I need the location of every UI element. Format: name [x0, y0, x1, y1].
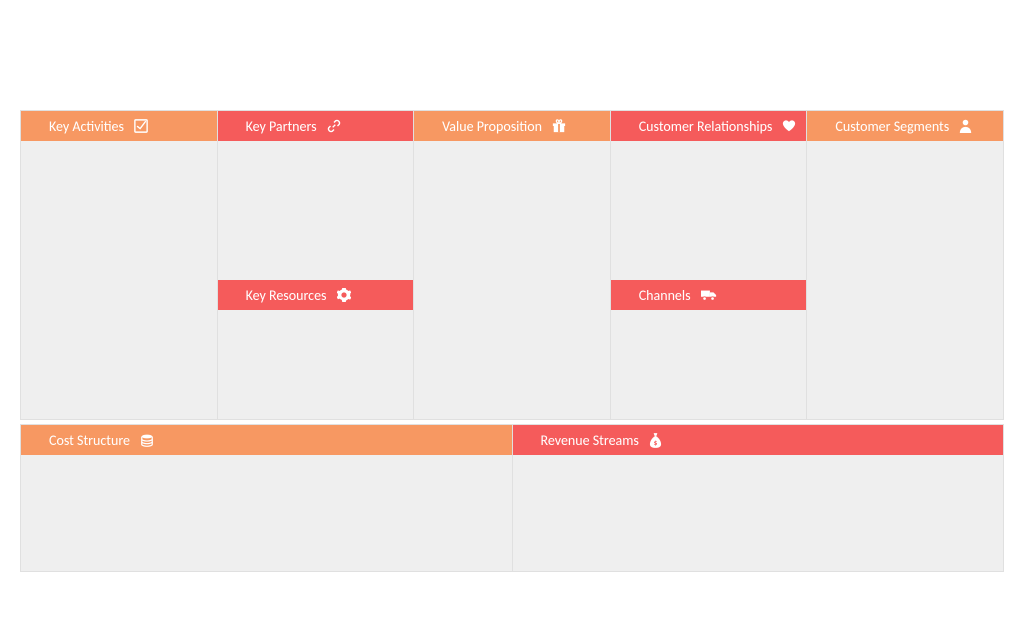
truck-icon [701, 288, 717, 302]
gear-icon [337, 288, 351, 302]
label-key-resources: Key Resources [246, 287, 327, 304]
svg-text:$: $ [654, 438, 658, 447]
body-cost-structure[interactable] [21, 455, 512, 571]
link-icon [327, 119, 341, 133]
block-key-partners-column: Key Partners Key Resources [218, 111, 415, 419]
canvas-bottom-row: Cost Structure Revenue Streams [20, 424, 1004, 572]
person-icon [959, 119, 972, 133]
canvas-top-row: Key Activities Key Partners [20, 110, 1004, 420]
header-value-proposition: Value Proposition [414, 111, 610, 141]
label-channels: Channels [639, 287, 691, 304]
block-key-activities[interactable]: Key Activities [21, 111, 218, 419]
checkbox-icon [134, 119, 148, 133]
label-key-partners: Key Partners [246, 118, 317, 135]
block-customer-relationships-column: Customer Relationships Channels [611, 111, 808, 419]
label-customer-segments: Customer Segments [835, 118, 949, 135]
block-value-proposition[interactable]: Value Proposition [414, 111, 611, 419]
body-key-activities[interactable] [21, 141, 217, 419]
block-revenue-streams[interactable]: Revenue Streams $ [513, 425, 1004, 571]
header-revenue-streams: Revenue Streams $ [513, 425, 1004, 455]
label-cost-structure: Cost Structure [49, 432, 130, 449]
header-key-resources: Key Resources [218, 280, 414, 310]
heart-icon [782, 119, 796, 133]
block-cost-structure[interactable]: Cost Structure [21, 425, 513, 571]
block-channels[interactable]: Channels [611, 280, 807, 419]
body-channels[interactable] [611, 310, 807, 419]
body-value-proposition[interactable] [414, 141, 610, 419]
label-key-activities: Key Activities [49, 118, 124, 135]
body-revenue-streams[interactable] [513, 455, 1004, 571]
coins-icon [140, 433, 154, 447]
body-customer-segments[interactable] [807, 141, 1003, 419]
header-customer-segments: Customer Segments [807, 111, 1003, 141]
moneybag-icon: $ [649, 433, 662, 448]
header-cost-structure: Cost Structure [21, 425, 512, 455]
block-customer-segments[interactable]: Customer Segments [807, 111, 1003, 419]
block-key-resources[interactable]: Key Resources [218, 280, 414, 419]
header-key-activities: Key Activities [21, 111, 217, 141]
label-value-proposition: Value Proposition [442, 118, 542, 135]
gift-icon [552, 119, 566, 133]
body-customer-relationships[interactable] [611, 141, 807, 280]
label-customer-relationships: Customer Relationships [639, 118, 773, 135]
header-customer-relationships: Customer Relationships [611, 111, 807, 141]
label-revenue-streams: Revenue Streams [541, 432, 639, 449]
body-key-partners[interactable] [218, 141, 414, 280]
header-key-partners: Key Partners [218, 111, 414, 141]
body-key-resources[interactable] [218, 310, 414, 419]
header-channels: Channels [611, 280, 807, 310]
business-model-canvas: Key Activities Key Partners [20, 110, 1004, 572]
